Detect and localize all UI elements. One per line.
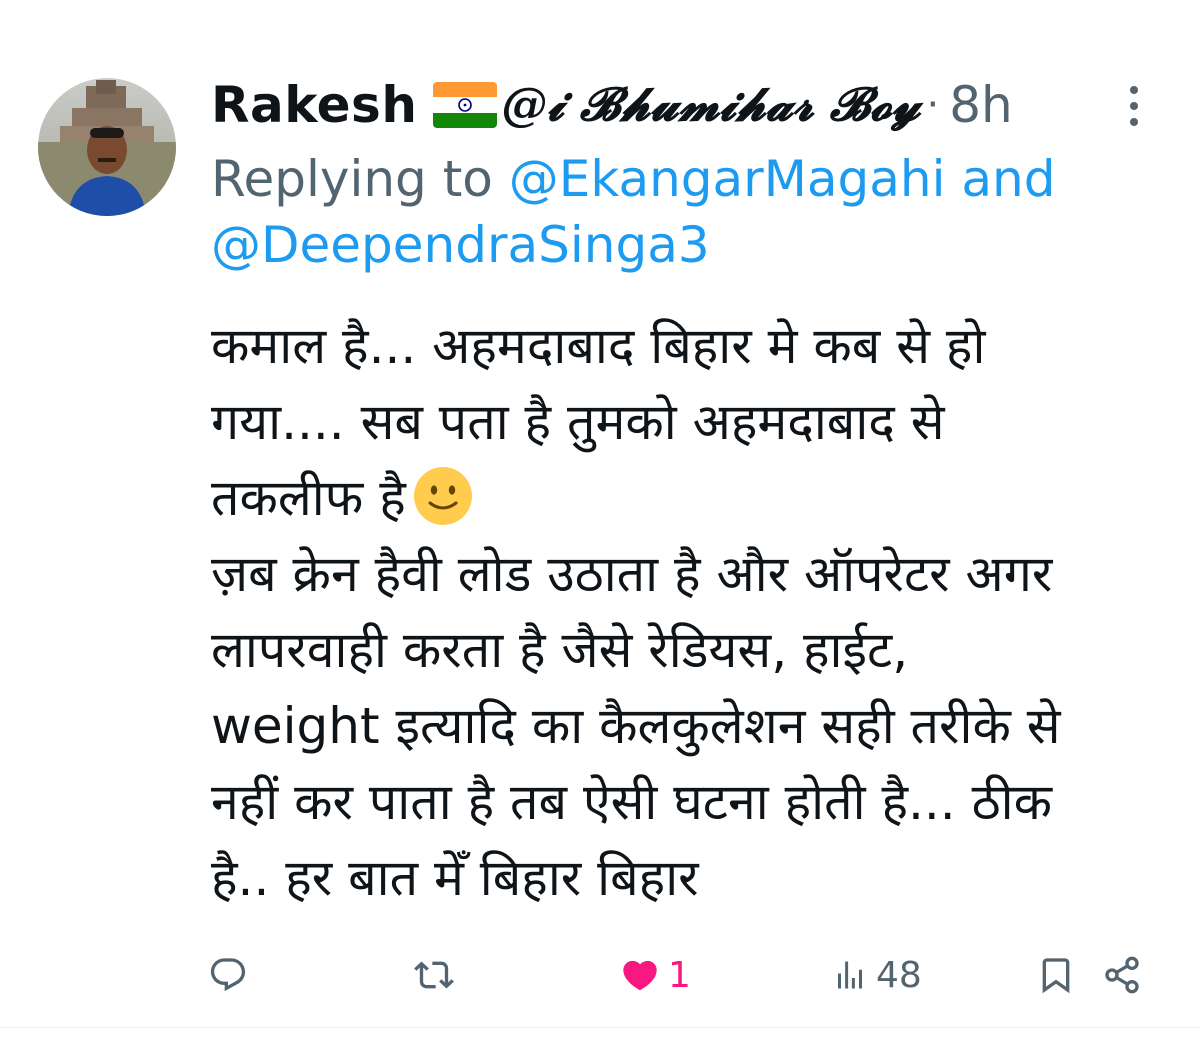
reply-and-label: and <box>961 150 1056 208</box>
like-button[interactable]: 1 <box>620 940 691 1010</box>
views-chart-icon <box>838 961 862 989</box>
tweet-text-line: तकलीफ है <box>211 460 1171 536</box>
tweet-text-line: नहीं कर पाता है तब ऐसी घटना होती है... ठ… <box>211 773 1052 831</box>
india-flag-icon <box>433 82 498 128</box>
replying-to-label: Replying to <box>211 150 493 208</box>
tweet-text-line: लापरवाही करता है जैसे रेडियस, हाईट, <box>211 621 909 679</box>
replying-to: Replying to @EkangarMagahi and @Deependr… <box>211 146 1141 278</box>
avatar[interactable] <box>38 78 176 216</box>
tweet: Rakesh @𝓲 𝓑𝓱𝓾𝓶𝓲𝓱𝓪𝓻 𝓑𝓸𝔂 · 8h Replying to … <box>0 0 1200 1041</box>
action-bar: 1 48 <box>0 940 1200 1010</box>
bookmark-button[interactable] <box>1036 940 1076 1010</box>
views-count: 48 <box>876 954 922 996</box>
reply-icon <box>210 958 246 992</box>
tweet-text-line: गया.... सब पता है तुमको अहमदाबाद से <box>211 393 945 451</box>
separator-dot: · <box>926 82 940 128</box>
tweet-text-line: ज़ब क्रेन हैवी लोड उठाता है और ऑपरेटर अग… <box>211 545 1053 603</box>
user-handle[interactable]: @𝓲 𝓑𝓱𝓾𝓶𝓲𝓱𝓪𝓻 𝓑𝓸𝔂 <box>501 77 920 133</box>
bookmark-icon <box>1042 958 1070 994</box>
reply-button[interactable] <box>208 940 248 1010</box>
reply-user-link[interactable]: @DeependraSinga3 <box>211 216 710 274</box>
reply-user-link[interactable]: @EkangarMagahi <box>509 150 946 208</box>
timestamp[interactable]: 8h <box>949 76 1013 134</box>
tweet-text: कमाल है... अहमदाबाद बिहार मे कब से हो गय… <box>211 308 1171 916</box>
divider <box>0 1027 1200 1028</box>
share-button[interactable] <box>1102 940 1142 1010</box>
tweet-text-line: है.. हर बात मेँ बिहार बिहार <box>211 849 699 907</box>
views-button[interactable]: 48 <box>832 940 922 1010</box>
tweet-header: Rakesh @𝓲 𝓑𝓱𝓾𝓶𝓲𝓱𝓪𝓻 𝓑𝓸𝔂 · 8h <box>211 72 1013 138</box>
like-count: 1 <box>668 954 691 996</box>
slightly-smiling-face-icon <box>412 465 474 527</box>
heart-filled-icon <box>623 960 657 991</box>
tweet-text-fragment: तकलीफ है <box>211 469 406 527</box>
tweet-text-line: weight इत्यादि का कैलकुलेशन सही तरीके से <box>211 697 1061 755</box>
tweet-text-line: कमाल है... अहमदाबाद बिहार मे कब से हो <box>211 317 986 375</box>
retweet-button[interactable] <box>414 940 454 1010</box>
more-options-icon[interactable] <box>1124 84 1144 128</box>
display-name[interactable]: Rakesh <box>211 76 417 134</box>
share-icon <box>1105 956 1139 994</box>
retweet-icon <box>414 961 454 989</box>
